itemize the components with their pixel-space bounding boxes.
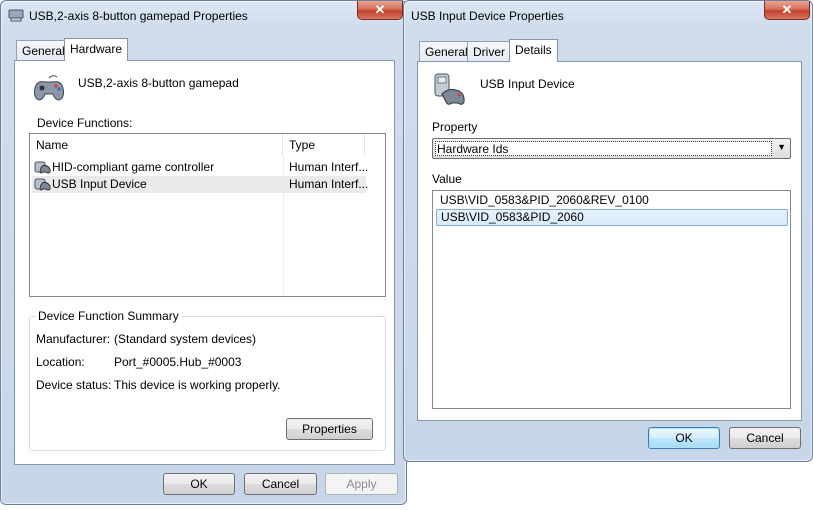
properties-button[interactable]: Properties xyxy=(286,418,373,440)
value-list[interactable]: USB\VID_0583&PID_2060&REV_0100 USB\VID_0… xyxy=(432,190,791,409)
ok-button[interactable]: OK xyxy=(648,427,720,449)
row-name: USB Input Device xyxy=(52,177,147,191)
close-button[interactable]: ✕ xyxy=(357,1,403,20)
details-panel: USB Input Device Property Hardware Ids ▼… xyxy=(417,61,802,421)
device-status-value: This device is working properly. xyxy=(114,378,281,392)
usb-input-device-icon xyxy=(34,178,51,191)
device-icon xyxy=(8,9,24,22)
gamepad-properties-window: USB,2-axis 8-button gamepad Properties ✕… xyxy=(0,0,407,505)
ok-button[interactable]: OK xyxy=(163,473,235,495)
property-selected-value: Hardware Ids xyxy=(435,141,772,156)
column-type-header[interactable]: Type xyxy=(283,134,365,156)
list-item[interactable]: USB\VID_0583&PID_2060&REV_0100 xyxy=(436,192,788,209)
manufacturer-label: Manufacturer: xyxy=(36,332,111,346)
location-label: Location: xyxy=(36,355,85,369)
list-item[interactable]: HID-compliant game controller Human Inte… xyxy=(32,159,369,176)
device-name: USB Input Device xyxy=(480,77,575,91)
window-title: USB,2-axis 8-button gamepad Properties xyxy=(29,9,248,23)
gamepad-icon xyxy=(34,75,64,101)
window-title: USB Input Device Properties xyxy=(411,9,564,23)
title-bar[interactable]: USB Input Device Properties ✕ xyxy=(404,1,812,31)
usb-input-device-icon xyxy=(434,73,465,105)
tab-general[interactable]: General xyxy=(16,40,71,61)
row-type: Human Interf... xyxy=(289,177,369,191)
column-name-header[interactable]: Name xyxy=(30,134,283,156)
tab-hardware[interactable]: Hardware xyxy=(64,38,129,61)
cancel-button[interactable]: Cancel xyxy=(729,427,801,449)
manufacturer-value: (Standard system devices) xyxy=(114,332,257,346)
hardware-panel: USB,2-axis 8-button gamepad Device Funct… xyxy=(14,60,395,465)
device-status-label: Device status: xyxy=(36,378,112,392)
tab-driver[interactable]: Driver xyxy=(467,41,511,62)
tab-general[interactable]: General xyxy=(419,41,474,62)
device-name: USB,2-axis 8-button gamepad xyxy=(78,76,239,90)
row-name: HID-compliant game controller xyxy=(52,160,215,174)
device-function-summary-group: Device Function Summary Manufacturer: (S… xyxy=(29,309,386,451)
cancel-button[interactable]: Cancel xyxy=(244,473,317,495)
row-type: Human Interf... xyxy=(289,160,369,174)
device-functions-list[interactable]: Name Type HID-compliant game controller … xyxy=(29,133,386,297)
tab-details[interactable]: Details xyxy=(509,39,558,62)
game-controller-icon xyxy=(34,161,51,174)
title-bar[interactable]: USB,2-axis 8-button gamepad Properties ✕ xyxy=(1,1,406,31)
summary-title: Device Function Summary xyxy=(35,309,182,323)
list-item[interactable]: USB Input Device Human Interf... xyxy=(32,176,369,193)
chevron-down-icon: ▼ xyxy=(777,142,786,152)
close-button[interactable]: ✕ xyxy=(764,1,810,20)
device-functions-label: Device Functions: xyxy=(37,116,133,130)
usb-input-device-properties-window: USB Input Device Properties ✕ General Dr… xyxy=(403,0,813,462)
property-dropdown[interactable]: Hardware Ids ▼ xyxy=(432,138,791,159)
property-label: Property xyxy=(432,120,478,134)
list-item[interactable]: USB\VID_0583&PID_2060 xyxy=(436,209,788,226)
location-value: Port_#0005.Hub_#0003 xyxy=(114,355,242,369)
apply-button[interactable]: Apply xyxy=(325,473,398,495)
value-label: Value xyxy=(432,172,462,186)
